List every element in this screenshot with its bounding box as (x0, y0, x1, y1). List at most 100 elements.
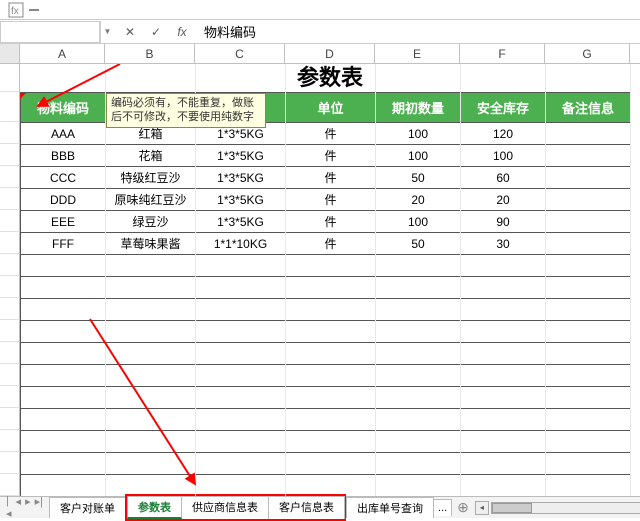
cancel-formula-icon[interactable]: ✕ (122, 25, 138, 39)
cell-code[interactable]: FFF (21, 233, 106, 255)
select-all-corner[interactable] (0, 44, 20, 63)
header-unit[interactable]: 单位 (286, 93, 376, 123)
cell-empty[interactable] (376, 299, 461, 321)
cell-empty[interactable] (376, 277, 461, 299)
name-box-dropdown[interactable]: ▼ (100, 21, 114, 43)
col-header-g[interactable]: G (545, 44, 630, 63)
scroll-left-icon[interactable]: ◂ (475, 501, 489, 515)
cell-empty[interactable] (461, 387, 546, 409)
cell-unit[interactable]: 件 (286, 211, 376, 233)
cell-empty[interactable] (376, 321, 461, 343)
col-header-a[interactable]: A (20, 44, 105, 63)
sheet-tab-next[interactable]: 出库单号查询 (346, 497, 434, 518)
cell-qty[interactable]: 100 (376, 123, 461, 145)
accept-formula-icon[interactable]: ✓ (148, 25, 164, 39)
cell-empty[interactable] (546, 409, 631, 431)
toolbar-minus-icon[interactable] (26, 2, 42, 18)
add-sheet-icon[interactable]: ⊕ (451, 499, 475, 516)
row-header[interactable] (0, 188, 20, 210)
cell-empty[interactable] (461, 431, 546, 453)
cell-name[interactable]: 绿豆沙 (106, 211, 196, 233)
cell-empty[interactable] (286, 475, 376, 497)
cell-empty[interactable] (106, 277, 196, 299)
row-header[interactable] (0, 254, 20, 276)
cell-empty[interactable] (286, 255, 376, 277)
col-header-e[interactable]: E (375, 44, 460, 63)
cell-empty[interactable] (461, 453, 546, 475)
cell-empty[interactable] (286, 453, 376, 475)
header-qty[interactable]: 期初数量 (376, 93, 461, 123)
cell-empty[interactable] (546, 343, 631, 365)
cell-safe[interactable]: 120 (461, 123, 546, 145)
row-header[interactable] (0, 408, 20, 430)
cell-empty[interactable] (286, 321, 376, 343)
cell-empty[interactable] (286, 299, 376, 321)
cell-empty[interactable] (546, 255, 631, 277)
row-header[interactable] (0, 210, 20, 232)
cell-empty[interactable] (376, 255, 461, 277)
sheet-tab-prev[interactable]: 客户对账单 (49, 497, 126, 518)
cell-empty[interactable] (546, 277, 631, 299)
cell-qty[interactable]: 20 (376, 189, 461, 211)
cell-note[interactable] (546, 233, 631, 255)
cell-name[interactable]: 原味纯红豆沙 (106, 189, 196, 211)
row-header[interactable] (0, 276, 20, 298)
cell-safe[interactable]: 30 (461, 233, 546, 255)
cell-qty[interactable]: 50 (376, 233, 461, 255)
sheet-tab-more[interactable]: ... (433, 499, 452, 516)
cell-unit[interactable]: 件 (286, 233, 376, 255)
cell-empty[interactable] (546, 365, 631, 387)
col-header-f[interactable]: F (460, 44, 545, 63)
cell-code[interactable]: DDD (21, 189, 106, 211)
cell-unit[interactable]: 件 (286, 145, 376, 167)
row-header[interactable] (0, 92, 20, 122)
cell-safe[interactable]: 100 (461, 145, 546, 167)
cell-note[interactable] (546, 123, 631, 145)
cell-empty[interactable] (21, 277, 106, 299)
cell-empty[interactable] (461, 365, 546, 387)
cell-empty[interactable] (376, 409, 461, 431)
cell-empty[interactable] (196, 255, 286, 277)
cell-qty[interactable]: 100 (376, 145, 461, 167)
cell-empty[interactable] (546, 387, 631, 409)
cell-safe[interactable]: 90 (461, 211, 546, 233)
cell-empty[interactable] (461, 475, 546, 497)
cell-qty[interactable]: 100 (376, 211, 461, 233)
row-header[interactable] (0, 452, 20, 474)
header-safe[interactable]: 安全库存 (461, 93, 546, 123)
col-header-b[interactable]: B (105, 44, 195, 63)
cell-name[interactable]: 草莓味果酱 (106, 233, 196, 255)
cell-empty[interactable] (546, 321, 631, 343)
name-box[interactable] (0, 21, 100, 43)
cell-empty[interactable] (106, 255, 196, 277)
row-header[interactable] (0, 364, 20, 386)
col-header-d[interactable]: D (285, 44, 375, 63)
cell-empty[interactable] (461, 321, 546, 343)
cell-empty[interactable] (546, 475, 631, 497)
sheet-tab-customer[interactable]: 客户信息表 (268, 496, 345, 519)
row-header[interactable] (0, 342, 20, 364)
cell-name[interactable]: 特级红豆沙 (106, 167, 196, 189)
cell-empty[interactable] (21, 255, 106, 277)
cell-empty[interactable] (546, 431, 631, 453)
cell-spec[interactable]: 1*3*5KG (196, 189, 286, 211)
row-header[interactable] (0, 64, 20, 92)
cell-empty[interactable] (376, 387, 461, 409)
cell-spec[interactable]: 1*3*5KG (196, 145, 286, 167)
cell-note[interactable] (546, 145, 631, 167)
sheet-tab-supplier[interactable]: 供应商信息表 (181, 496, 269, 519)
cell-empty[interactable] (461, 299, 546, 321)
cell-note[interactable] (546, 189, 631, 211)
horizontal-scrollbar[interactable]: ◂ ▸ (475, 501, 640, 515)
cell-empty[interactable] (286, 343, 376, 365)
grid-body[interactable]: 参数表 物料编码 单位 期初数量 安全库存 备注信息 AAA红箱1*3*5KG件… (20, 64, 640, 496)
cell-empty[interactable] (461, 255, 546, 277)
tab-nav-first-icon[interactable]: |◂ (6, 495, 12, 520)
cell-spec[interactable]: 1*3*5KG (196, 167, 286, 189)
cell-code[interactable]: EEE (21, 211, 106, 233)
cell-spec[interactable]: 1*1*10KG (196, 233, 286, 255)
row-header[interactable] (0, 320, 20, 342)
scroll-track[interactable] (491, 502, 640, 514)
header-note[interactable]: 备注信息 (546, 93, 631, 123)
cell-empty[interactable] (376, 365, 461, 387)
